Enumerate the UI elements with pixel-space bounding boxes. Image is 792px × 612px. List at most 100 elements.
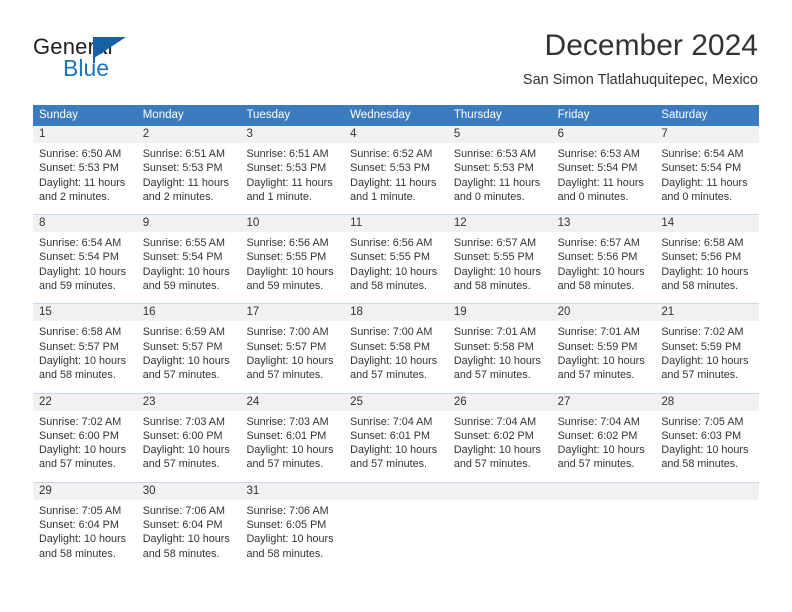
title-block: December 2024 San Simon Tlatlahuquitepec… <box>523 28 758 90</box>
weekday-header-saturday: Saturday <box>661 109 708 121</box>
calendar-day-cell[interactable]: 28 Sunrise: 7:05 AM Sunset: 6:03 PM Dayligh… <box>655 393 760 482</box>
day-number: 2 <box>136 126 241 143</box>
sunrise-text: Sunrise: 7:04 AM <box>453 415 537 428</box>
daylight-text-line2: and 1 minute. <box>246 190 312 203</box>
calendar-grid: Sunday Monday Tuesday Wednesday Thursday… <box>33 105 760 571</box>
calendar-day-cell[interactable]: 12 Sunrise: 6:57 AM Sunset: 5:55 PM Dayligh… <box>447 215 552 303</box>
sunrise-text: Sunrise: 7:06 AM <box>142 504 225 517</box>
day-number: 13 <box>551 215 656 233</box>
calendar-day-cell[interactable]: 26 Sunrise: 7:04 AM Sunset: 6:02 PM Dayligh… <box>447 393 552 482</box>
daylight-text-line1: Daylight: 10 hours <box>39 533 127 546</box>
calendar-day-cell[interactable]: 4 Sunrise: 6:52 AM Sunset: 5:53 PM Daylight… <box>344 126 448 214</box>
sunset-text: Sunset: 5:53 PM <box>453 162 534 175</box>
calendar-day-cell[interactable]: 22 Sunrise: 7:02 AM Sunset: 6:00 PM Dayligh… <box>33 393 137 482</box>
weekday-header-monday: Monday <box>142 109 184 121</box>
sunrise-text: Sunrise: 6:54 AM <box>661 148 744 160</box>
day-number: 30 <box>136 482 241 500</box>
sunset-text: Sunset: 5:55 PM <box>246 251 327 264</box>
day-number: 1 <box>33 126 137 143</box>
calendar-week-row: 8 Sunrise: 6:54 AM Sunset: 5:54 PM Daylight… <box>33 214 760 304</box>
daylight-text-line1: Daylight: 10 hours <box>350 444 438 457</box>
calendar-day-cell[interactable]: 14 Sunrise: 6:58 AM Sunset: 5:56 PM Dayligh… <box>655 215 760 303</box>
daylight-text-line1: Daylight: 11 hours <box>39 176 126 189</box>
daylight-text-line2: and 58 minutes. <box>350 280 427 293</box>
day-details: Sunrise: 7:00 AM Sunset: 5:57 PM Daylight:… <box>240 321 344 382</box>
sunset-text: Sunset: 5:58 PM <box>453 340 534 353</box>
calendar-day-cell[interactable]: 11 Sunrise: 6:56 AM Sunset: 5:55 PM Dayligh… <box>344 215 448 303</box>
day-number <box>344 482 448 500</box>
sunset-text: Sunset: 5:53 PM <box>350 162 430 175</box>
weekday-header-friday: Friday <box>557 109 590 121</box>
calendar-day-cell[interactable]: 18 Sunrise: 7:00 AM Sunset: 5:58 PM Dayligh… <box>344 304 448 392</box>
sunrise-text: Sunrise: 7:03 AM <box>142 415 225 428</box>
sunrise-text: Sunrise: 7:03 AM <box>246 415 329 428</box>
day-number: 15 <box>33 304 137 322</box>
calendar-day-cell[interactable]: 19 Sunrise: 7:01 AM Sunset: 5:58 PM Dayligh… <box>447 304 552 392</box>
calendar-day-cell[interactable]: 20 Sunrise: 7:01 AM Sunset: 5:59 PM Dayligh… <box>551 304 656 392</box>
daylight-text-line1: Daylight: 10 hours <box>557 354 645 367</box>
calendar-day-cell[interactable]: 6 Sunrise: 6:53 AM Sunset: 5:54 PM Daylight… <box>551 126 656 214</box>
page-header: General Blue December 2024 San Simon Tla… <box>0 0 792 100</box>
calendar-day-cell-empty <box>344 482 448 571</box>
calendar-day-cell[interactable]: 31 Sunrise: 7:06 AM Sunset: 6:05 PM Dayligh… <box>240 482 345 571</box>
calendar-day-cell[interactable]: 13 Sunrise: 6:57 AM Sunset: 5:56 PM Dayligh… <box>551 215 656 303</box>
sunset-text: Sunset: 5:58 PM <box>350 340 430 353</box>
sunrise-text: Sunrise: 7:01 AM <box>557 326 640 339</box>
daylight-text-line1: Daylight: 10 hours <box>142 354 230 367</box>
day-details: Sunrise: 6:58 AM Sunset: 5:57 PM Daylight:… <box>33 321 137 382</box>
calendar-day-cell[interactable]: 24 Sunrise: 7:03 AM Sunset: 6:01 PM Dayligh… <box>240 393 345 482</box>
day-number: 19 <box>447 304 552 322</box>
sunset-text: Sunset: 5:53 PM <box>142 162 223 175</box>
calendar-day-cell[interactable]: 10 Sunrise: 6:56 AM Sunset: 5:55 PM Dayligh… <box>240 215 345 303</box>
calendar-day-cell[interactable]: 17 Sunrise: 7:00 AM Sunset: 5:57 PM Dayligh… <box>240 304 345 392</box>
day-details: Sunrise: 7:06 AM Sunset: 6:05 PM Daylight:… <box>240 500 344 561</box>
day-details: Sunrise: 7:04 AM Sunset: 6:02 PM Daylight:… <box>552 411 656 472</box>
daylight-text-line1: Daylight: 10 hours <box>661 354 749 367</box>
sunset-text: Sunset: 5:56 PM <box>557 251 638 264</box>
sunrise-text: Sunrise: 6:59 AM <box>142 326 225 339</box>
calendar-day-cell[interactable]: 29 Sunrise: 7:05 AM Sunset: 6:04 PM Dayligh… <box>33 482 137 571</box>
calendar-day-cell[interactable]: 3 Sunrise: 6:51 AM Sunset: 5:53 PM Daylight… <box>240 126 345 214</box>
day-number <box>655 482 760 500</box>
day-details: Sunrise: 7:01 AM Sunset: 5:59 PM Daylight:… <box>552 321 656 382</box>
calendar-day-cell[interactable]: 1 Sunrise: 6:50 AM Sunset: 5:53 PM Daylight… <box>33 126 137 214</box>
daylight-text-line2: and 58 minutes. <box>39 369 116 382</box>
calendar-day-cell-empty <box>551 482 656 571</box>
daylight-text-line2: and 58 minutes. <box>661 280 739 293</box>
sunrise-text: Sunrise: 6:51 AM <box>246 148 329 160</box>
sunset-text: Sunset: 5:53 PM <box>39 162 119 175</box>
sunrise-text: Sunrise: 7:05 AM <box>661 415 744 428</box>
calendar-day-cell[interactable]: 21 Sunrise: 7:02 AM Sunset: 5:59 PM Dayligh… <box>655 304 760 392</box>
daylight-text-line1: Daylight: 11 hours <box>557 176 644 189</box>
sunrise-text: Sunrise: 6:54 AM <box>39 237 122 250</box>
calendar-day-cell[interactable]: 2 Sunrise: 6:51 AM Sunset: 5:53 PM Daylight… <box>136 126 241 214</box>
sunset-text: Sunset: 5:59 PM <box>557 340 638 353</box>
daylight-text-line1: Daylight: 10 hours <box>453 354 541 367</box>
calendar-page: General Blue December 2024 San Simon Tla… <box>0 0 792 612</box>
day-number: 27 <box>551 393 656 411</box>
sunrise-text: Sunrise: 6:53 AM <box>453 148 537 160</box>
day-number: 12 <box>447 215 552 233</box>
daylight-text-line2: and 1 minute. <box>350 190 416 203</box>
calendar-day-cell[interactable]: 25 Sunrise: 7:04 AM Sunset: 6:01 PM Dayligh… <box>344 393 448 482</box>
calendar-day-cell[interactable]: 9 Sunrise: 6:55 AM Sunset: 5:54 PM Daylight… <box>136 215 241 303</box>
sunset-text: Sunset: 6:00 PM <box>142 429 223 442</box>
calendar-day-cell[interactable]: 15 Sunrise: 6:58 AM Sunset: 5:57 PM Dayligh… <box>33 304 137 392</box>
sunrise-text: Sunrise: 7:02 AM <box>39 415 122 428</box>
calendar-day-cell[interactable]: 7 Sunrise: 6:54 AM Sunset: 5:54 PM Daylight… <box>655 126 760 214</box>
day-number: 10 <box>240 215 345 233</box>
daylight-text-line1: Daylight: 10 hours <box>246 533 334 546</box>
day-details: Sunrise: 6:51 AM Sunset: 5:53 PM Daylight:… <box>240 143 344 204</box>
calendar-day-cell[interactable]: 23 Sunrise: 7:03 AM Sunset: 6:00 PM Dayligh… <box>136 393 241 482</box>
daylight-text-line1: Daylight: 10 hours <box>39 354 127 367</box>
daylight-text-line2: and 57 minutes. <box>557 369 635 382</box>
calendar-day-cell[interactable]: 27 Sunrise: 7:04 AM Sunset: 6:02 PM Dayligh… <box>551 393 656 482</box>
sunrise-text: Sunrise: 7:02 AM <box>661 326 744 339</box>
day-details: Sunrise: 7:05 AM Sunset: 6:04 PM Daylight:… <box>33 500 137 561</box>
daylight-text-line2: and 2 minutes. <box>142 190 214 203</box>
daylight-text-line1: Daylight: 10 hours <box>39 265 127 278</box>
calendar-day-cell[interactable]: 16 Sunrise: 6:59 AM Sunset: 5:57 PM Dayligh… <box>136 304 241 392</box>
calendar-day-cell[interactable]: 8 Sunrise: 6:54 AM Sunset: 5:54 PM Daylight… <box>33 215 137 303</box>
calendar-day-cell[interactable]: 30 Sunrise: 7:06 AM Sunset: 6:04 PM Dayligh… <box>136 482 241 571</box>
calendar-day-cell[interactable]: 5 Sunrise: 6:53 AM Sunset: 5:53 PM Daylight… <box>447 126 552 214</box>
